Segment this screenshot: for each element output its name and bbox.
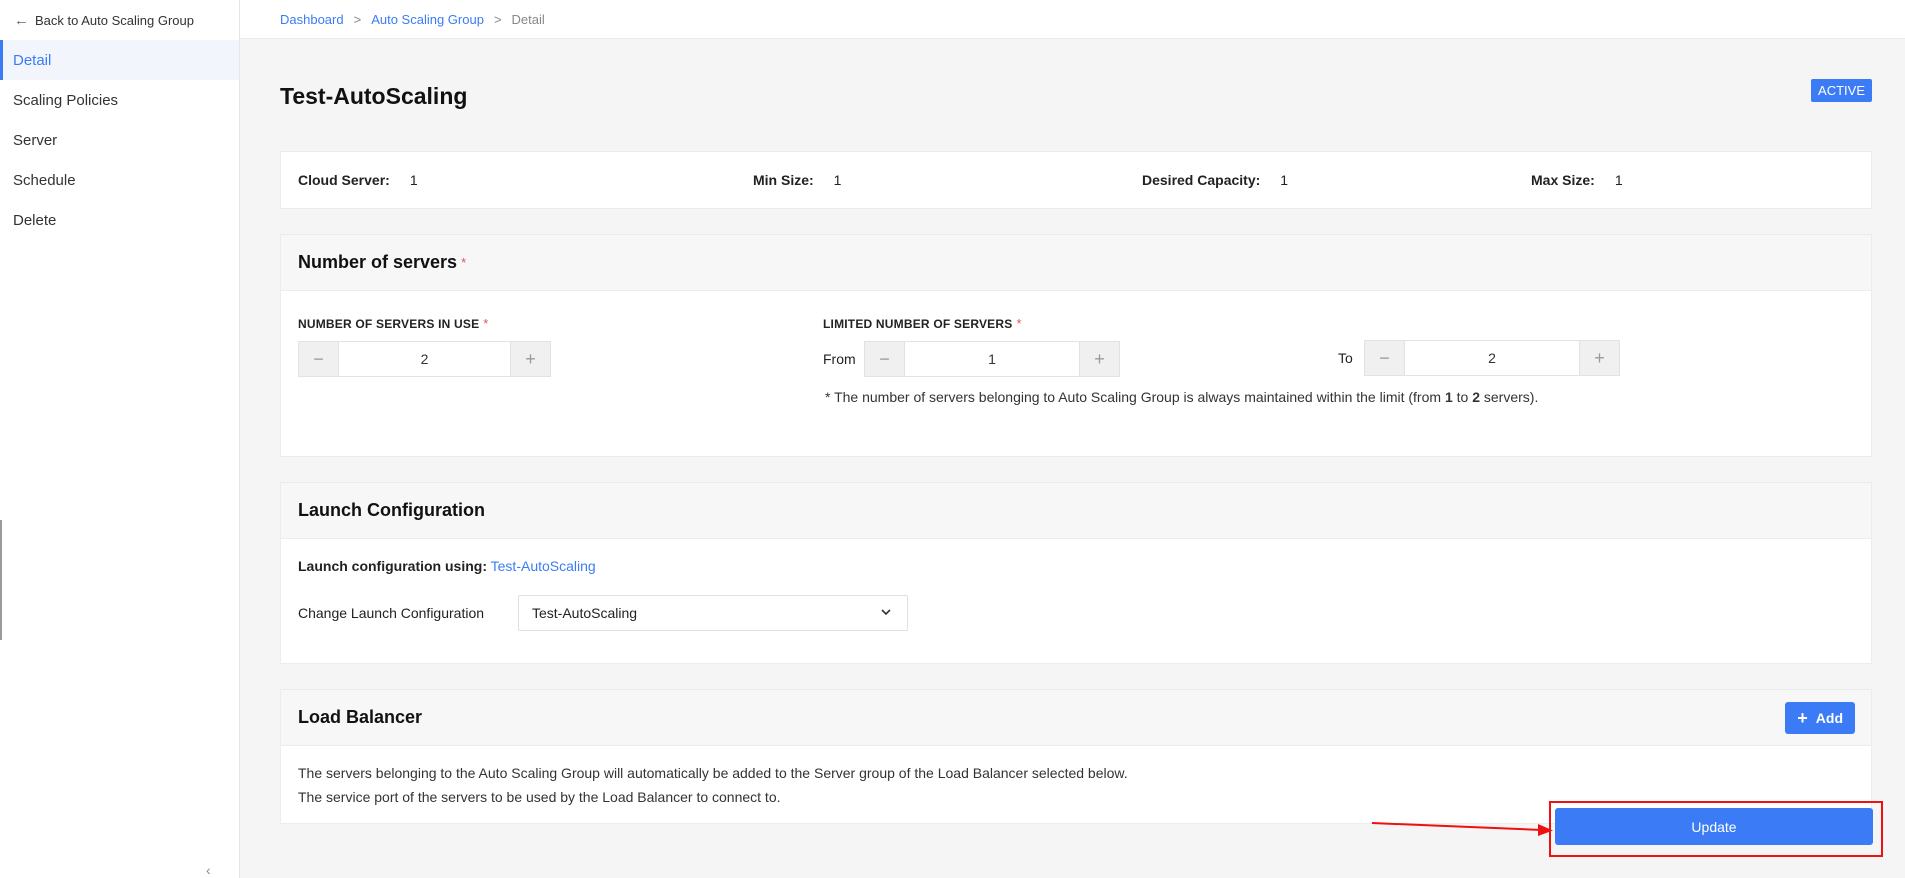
- update-button[interactable]: Update: [1555, 808, 1873, 845]
- required-mark: *: [461, 255, 467, 270]
- launch-using-link[interactable]: Test-AutoScaling: [491, 558, 596, 574]
- back-to-auto-scaling-group-link[interactable]: ← Back to Auto Scaling Group: [0, 0, 239, 40]
- desired-capacity-value: 1: [1280, 172, 1289, 188]
- to-label: To: [1338, 350, 1353, 366]
- plus-icon[interactable]: +: [1580, 341, 1619, 375]
- launch-configuration-section: Launch Configuration Launch configuratio…: [280, 482, 1872, 664]
- from-label: From: [823, 351, 856, 367]
- number-of-servers-title: Number of servers: [298, 252, 458, 272]
- main-content: Test-AutoScaling ACTIVE Cloud Server: 1 …: [280, 39, 1872, 824]
- chevron-left-icon[interactable]: ‹: [206, 862, 211, 878]
- required-mark: *: [483, 316, 489, 331]
- add-load-balancer-button[interactable]: + Add: [1785, 702, 1855, 734]
- note-suffix: servers).: [1480, 389, 1539, 405]
- annotation-arrow: [1371, 822, 1553, 836]
- breadcrumb: Dashboard > Auto Scaling Group > Detail: [240, 0, 1905, 39]
- limit-from-stepper: − 1 +: [864, 341, 1120, 377]
- sidebar-item-detail[interactable]: Detail: [0, 40, 239, 80]
- breadcrumb-dashboard[interactable]: Dashboard: [280, 12, 344, 27]
- plus-icon: +: [1797, 708, 1808, 728]
- limit-from-value[interactable]: 1: [904, 342, 1080, 376]
- arrow-left-icon: ←: [14, 11, 29, 29]
- max-size-label: Max Size:: [1531, 172, 1595, 188]
- chevron-down-icon: [879, 605, 893, 622]
- minus-icon[interactable]: −: [299, 342, 338, 376]
- sidebar-item-scaling-policies[interactable]: Scaling Policies: [0, 80, 239, 120]
- breadcrumb-separator: >: [493, 11, 502, 27]
- plus-icon[interactable]: +: [1080, 342, 1119, 376]
- add-button-label: Add: [1815, 710, 1843, 726]
- change-launch-label: Change Launch Configuration: [298, 605, 485, 621]
- load-balancer-title: Load Balancer: [298, 707, 423, 727]
- min-size-value: 1: [833, 172, 842, 188]
- plus-icon[interactable]: +: [511, 342, 550, 376]
- summary-card: Cloud Server: 1 Min Size: 1 Desired Capa…: [280, 151, 1872, 209]
- cloud-server-value: 1: [409, 172, 418, 188]
- breadcrumb-separator: >: [353, 11, 362, 27]
- minus-icon[interactable]: −: [1365, 341, 1404, 375]
- launch-configuration-selected: Test-AutoScaling: [532, 605, 638, 621]
- servers-limit-note: * The number of servers belonging to Aut…: [825, 389, 1538, 405]
- servers-in-use-label: NUMBER OF SERVERS IN USE: [298, 317, 480, 331]
- note-from: 1: [1444, 389, 1453, 405]
- min-size-label: Min Size:: [753, 172, 814, 188]
- page-title: Test-AutoScaling: [280, 83, 468, 109]
- sidebar-item-schedule[interactable]: Schedule: [0, 160, 239, 200]
- note-prefix: * The number of servers belonging to Aut…: [825, 389, 1445, 405]
- lb-description-line-1: The servers belonging to the Auto Scalin…: [298, 765, 1128, 781]
- launch-configuration-title: Launch Configuration: [281, 483, 1871, 539]
- max-size-value: 1: [1614, 172, 1623, 188]
- launch-configuration-select[interactable]: Test-AutoScaling: [518, 595, 908, 631]
- launch-using-label: Launch configuration using:: [298, 558, 487, 574]
- limit-to-stepper: − 2 +: [1364, 340, 1620, 376]
- limited-servers-label: LIMITED NUMBER OF SERVERS: [823, 317, 1013, 331]
- sidebar-edge-divider: [0, 520, 2, 640]
- sidebar-item-server[interactable]: Server: [0, 120, 239, 160]
- minus-icon[interactable]: −: [865, 342, 904, 376]
- desired-capacity-label: Desired Capacity:: [1142, 172, 1261, 188]
- sidebar-item-delete[interactable]: Delete: [0, 200, 239, 240]
- breadcrumb-detail: Detail: [511, 11, 545, 27]
- back-link-label: Back to Auto Scaling Group: [35, 12, 194, 28]
- servers-in-use-stepper: − 2 +: [298, 341, 551, 377]
- note-mid: to: [1452, 389, 1473, 405]
- status-badge: ACTIVE: [1811, 79, 1872, 102]
- sidebar: ← Back to Auto Scaling Group Detail Scal…: [0, 0, 240, 878]
- breadcrumb-auto-scaling-group[interactable]: Auto Scaling Group: [371, 12, 484, 27]
- limit-to-value[interactable]: 2: [1404, 341, 1580, 375]
- cloud-server-label: Cloud Server:: [298, 172, 390, 188]
- servers-in-use-value[interactable]: 2: [338, 342, 511, 376]
- number-of-servers-section: Number of servers * NUMBER OF SERVERS IN…: [280, 234, 1872, 457]
- note-to: 2: [1472, 389, 1480, 405]
- required-mark: *: [1016, 316, 1022, 331]
